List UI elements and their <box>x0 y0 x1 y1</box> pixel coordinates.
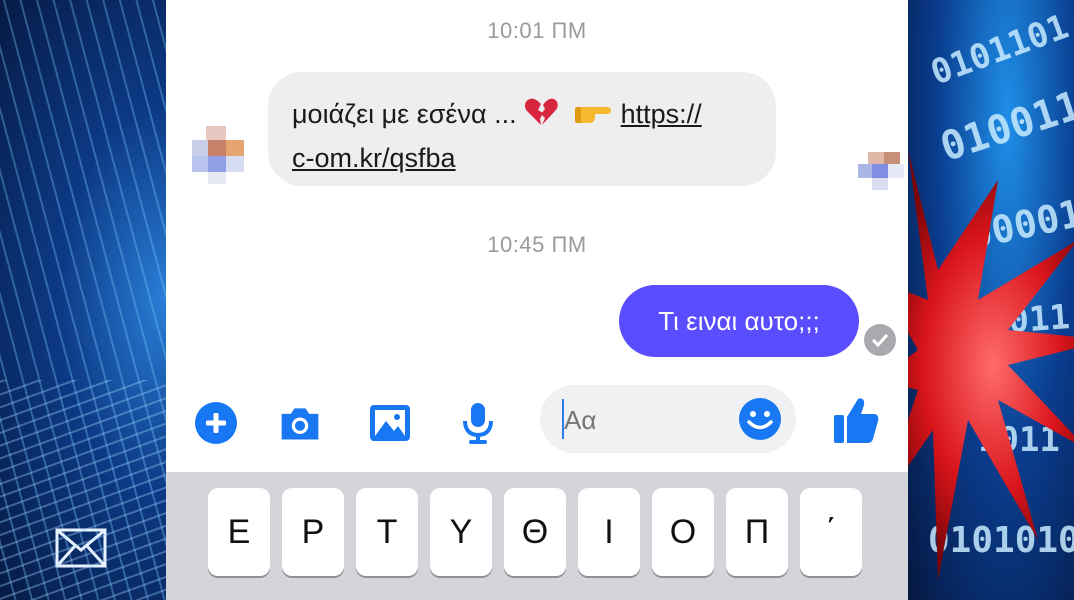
envelope-icon <box>55 528 107 568</box>
onscreen-keyboard: Ε Ρ Τ Υ Θ Ι Ο Π ΄ <box>166 472 908 600</box>
outgoing-message-bubble[interactable]: Τι ειναι αυτο;;; <box>619 285 859 357</box>
key[interactable]: Υ <box>430 488 492 576</box>
key[interactable]: ΄ <box>800 488 862 576</box>
message-composer[interactable] <box>540 385 796 453</box>
microphone-icon[interactable] <box>456 401 500 445</box>
read-receipt-avatar <box>858 152 904 190</box>
key[interactable]: Ο <box>652 488 714 576</box>
message-input[interactable] <box>562 397 736 443</box>
smiley-icon[interactable] <box>738 397 782 441</box>
key[interactable]: Ρ <box>282 488 344 576</box>
incoming-message-bubble[interactable]: μοιάζει με εσένα ... https:// c-om.kr/qs… <box>268 72 776 186</box>
phishing-link-continued[interactable]: c-om.kr/qsfba <box>292 143 456 173</box>
binary-text: 0101101 <box>925 6 1074 94</box>
composer-toolbar <box>166 385 908 457</box>
sender-avatar[interactable] <box>188 126 246 184</box>
outgoing-message-text: Τι ειναι αυτο;;; <box>658 305 820 336</box>
broken-heart-emoji <box>525 98 558 125</box>
key[interactable]: Ι <box>578 488 640 576</box>
virus-icon <box>908 150 1074 580</box>
check-icon <box>864 324 896 356</box>
image-icon[interactable] <box>368 401 412 445</box>
message-timestamp: 10:45 ΠΜ <box>487 232 587 257</box>
key[interactable]: Τ <box>356 488 418 576</box>
messenger-chat-screen: 10:01 ΠΜ μοιάζει με εσένα ... https:// c… <box>166 0 908 600</box>
key[interactable]: Θ <box>504 488 566 576</box>
message-timestamp: 10:01 ΠΜ <box>487 18 587 43</box>
key[interactable]: Ε <box>208 488 270 576</box>
plus-icon[interactable] <box>194 401 238 445</box>
camera-icon[interactable] <box>278 401 322 445</box>
phishing-link[interactable]: https:// <box>621 99 702 129</box>
background-left-panel <box>0 0 166 600</box>
background-right-panel: 0101101 0100110 000010 0011 1011 0101010 <box>908 0 1074 600</box>
incoming-message-text: μοιάζει με εσένα ... <box>292 99 525 129</box>
key[interactable]: Π <box>726 488 788 576</box>
thumbs-up-icon[interactable] <box>832 395 880 445</box>
pointing-hand-emoji <box>575 107 612 123</box>
